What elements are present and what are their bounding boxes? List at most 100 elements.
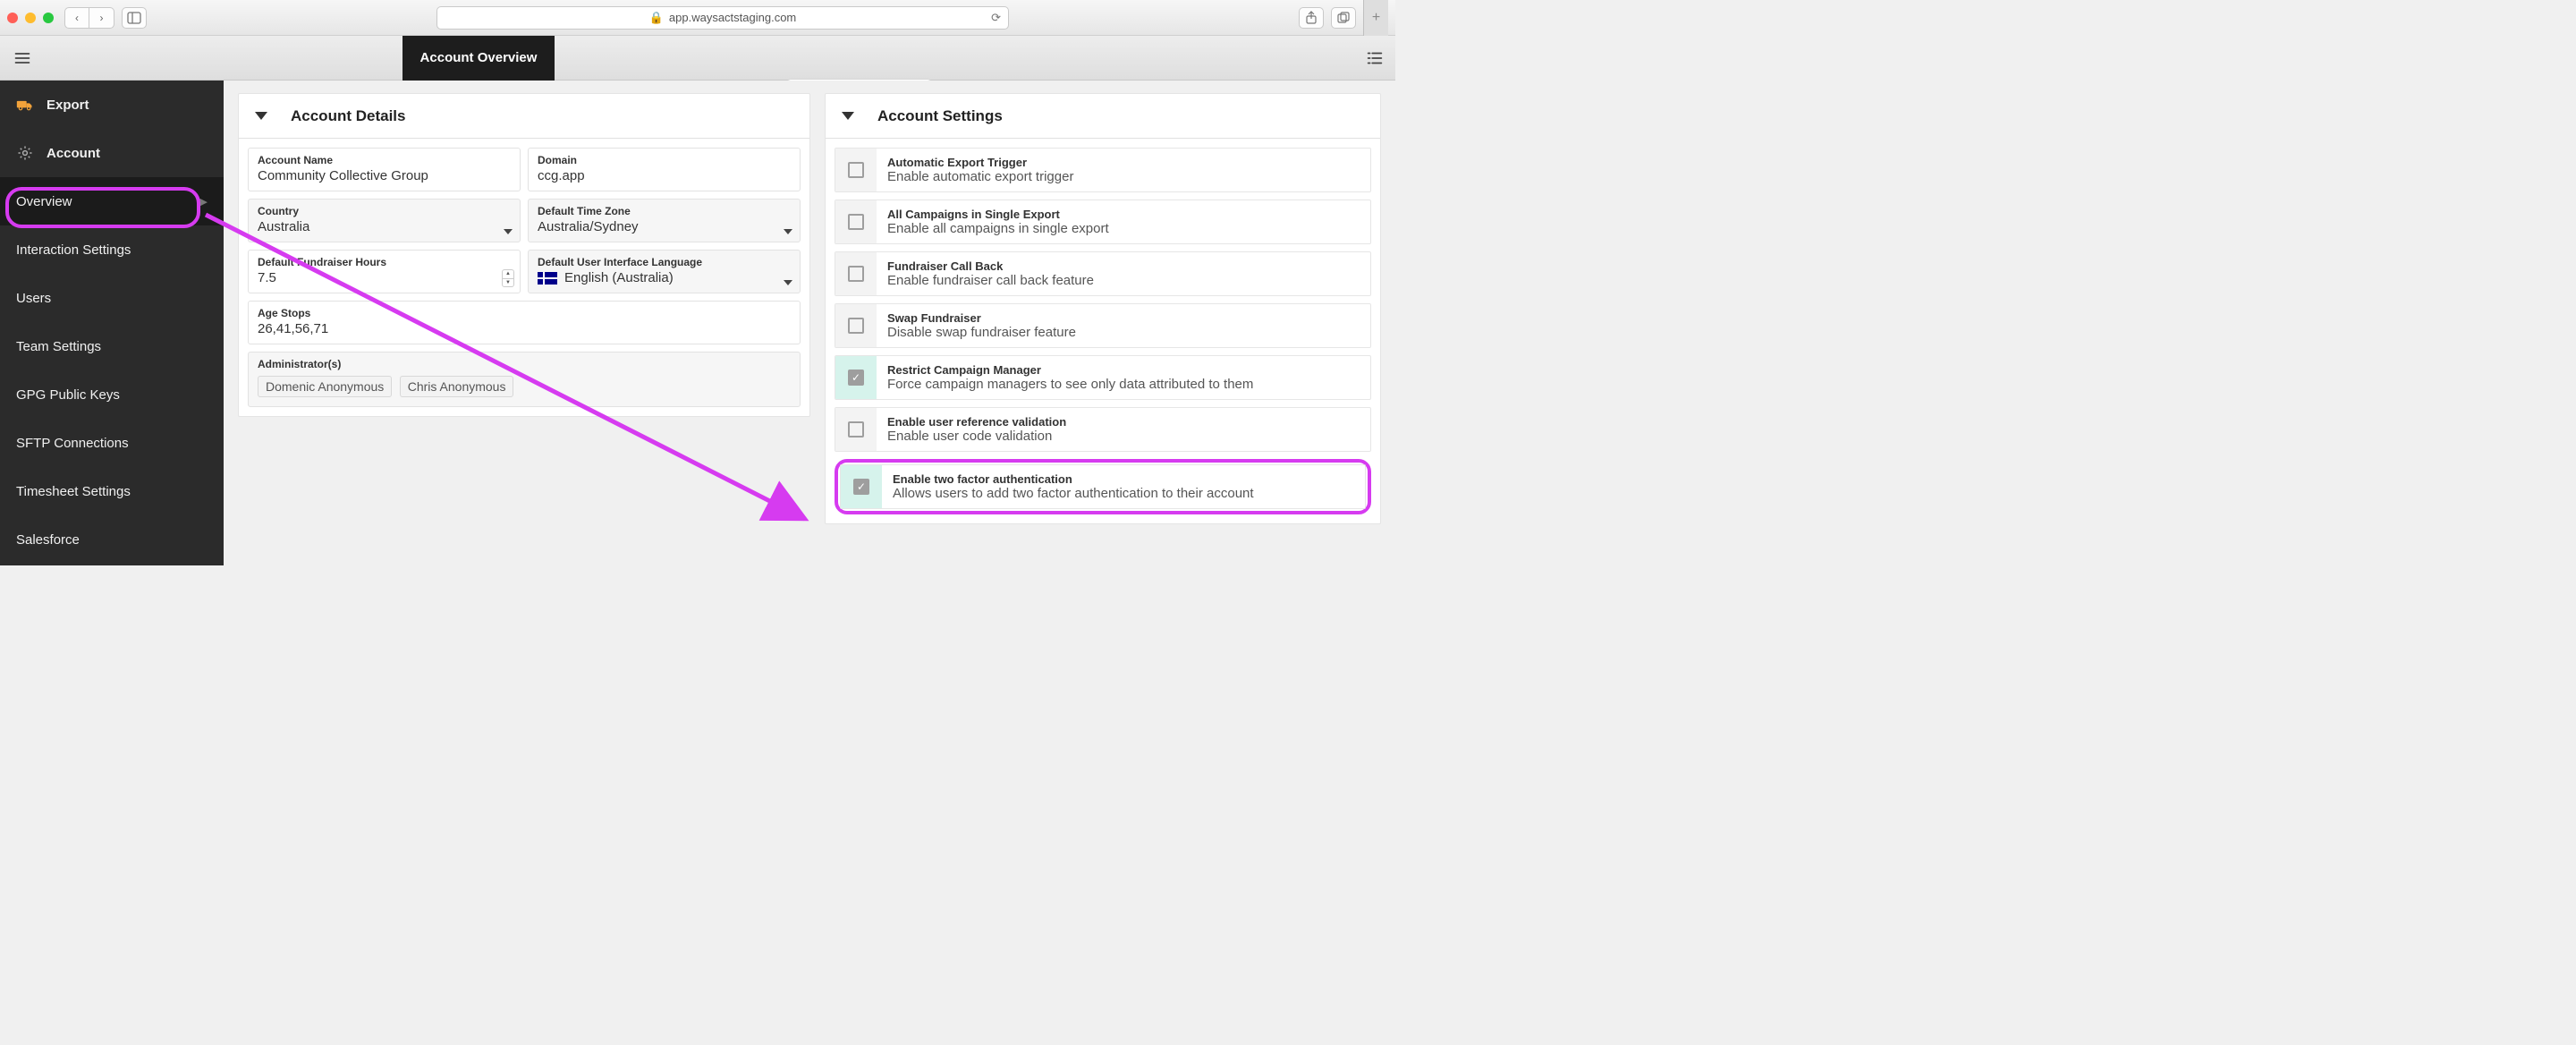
window-close[interactable]	[7, 13, 18, 23]
checkbox-icon	[848, 162, 864, 178]
field-timezone[interactable]: Default Time Zone Australia/Sydney	[528, 199, 801, 242]
new-tab-button[interactable]: +	[1363, 0, 1388, 36]
field-country[interactable]: Country Australia	[248, 199, 521, 242]
tabs-button[interactable]	[1331, 7, 1356, 29]
field-value: Australia	[258, 219, 511, 234]
setting-desc: Enable automatic export trigger	[887, 169, 1360, 184]
panel-title: Account Settings	[877, 107, 1003, 125]
app-bar: Account Overview Save Changes	[0, 36, 1395, 81]
setting-row[interactable]: ✓ Enable two factor authenticationAllows …	[840, 464, 1366, 509]
setting-row[interactable]: All Campaigns in Single ExportEnable all…	[835, 200, 1371, 244]
sidebar-item-overview[interactable]: Overview ▶	[0, 177, 224, 225]
setting-checkbox[interactable]	[835, 304, 877, 347]
field-label: Country	[258, 205, 511, 217]
hamburger-icon	[13, 49, 31, 67]
sidebar-item-label: Salesforce	[16, 532, 208, 548]
tabs-icon	[1336, 11, 1351, 25]
field-ui-language[interactable]: Default User Interface Language English …	[528, 250, 801, 293]
setting-body: Swap FundraiserDisable swap fundraiser f…	[877, 304, 1370, 347]
sidebar-item-gpg-public-keys[interactable]: GPG Public Keys	[0, 370, 224, 419]
field-age-stops[interactable]: Age Stops 26,41,56,71	[248, 301, 801, 344]
setting-desc: Enable user code validation	[887, 429, 1360, 444]
browser-top-chrome: ‹ › 🔒 app.waysactstaging.com ⟳ +	[0, 0, 1395, 36]
checkbox-icon	[848, 214, 864, 230]
field-label: Default User Interface Language	[538, 256, 791, 268]
setting-title: Enable two factor authentication	[893, 472, 1354, 486]
checkbox-icon	[848, 266, 864, 282]
field-domain[interactable]: Domain ccg.app	[528, 148, 801, 191]
setting-desc: Allows users to add two factor authentic…	[893, 486, 1354, 501]
field-administrators[interactable]: Administrator(s) Domenic Anonymous Chris…	[248, 352, 801, 407]
panel-header-account-settings[interactable]: Account Settings	[826, 94, 1380, 139]
panel-icon	[127, 11, 141, 25]
sidebar-item-label: SFTP Connections	[16, 436, 208, 451]
setting-desc: Force campaign managers to see only data…	[887, 377, 1360, 392]
setting-row[interactable]: Enable user reference validationEnable u…	[835, 407, 1371, 452]
field-value: English (Australia)	[564, 270, 674, 285]
setting-row[interactable]: ✓Restrict Campaign ManagerForce campaign…	[835, 355, 1371, 400]
field-value: 26,41,56,71	[258, 321, 791, 336]
list-icon	[1365, 48, 1385, 68]
setting-checkbox[interactable]	[835, 200, 877, 243]
sidebar-item-export[interactable]: Export	[0, 81, 224, 129]
field-value: 7.5	[258, 270, 511, 285]
checkbox-icon	[848, 421, 864, 438]
window-traffic-lights	[7, 13, 57, 23]
sidebar-item-label: Team Settings	[16, 339, 208, 354]
sidebar-item-users[interactable]: Users	[0, 274, 224, 322]
flag-au-icon	[538, 272, 557, 285]
field-label: Domain	[538, 154, 791, 166]
window-zoom[interactable]	[43, 13, 54, 23]
sidebar-item-team-settings[interactable]: Team Settings	[0, 322, 224, 370]
sidebar-item-account[interactable]: Account	[0, 129, 224, 177]
list-view-button[interactable]	[1354, 48, 1395, 68]
setting-checkbox[interactable]	[835, 149, 877, 191]
setting-checkbox[interactable]: ✓	[841, 465, 882, 508]
sidebar-toggle-button[interactable]	[122, 7, 147, 29]
share-button[interactable]	[1299, 7, 1324, 29]
share-icon	[1304, 11, 1318, 25]
setting-row[interactable]: Swap FundraiserDisable swap fundraiser f…	[835, 303, 1371, 348]
setting-checkbox[interactable]: ✓	[835, 356, 877, 399]
setting-body: Fundraiser Call BackEnable fundraiser ca…	[877, 252, 1370, 295]
field-account-name[interactable]: Account Name Community Collective Group	[248, 148, 521, 191]
reload-icon[interactable]: ⟳	[991, 11, 1001, 25]
panel-account-settings: Account Settings Automatic Export Trigge…	[825, 93, 1381, 524]
setting-desc: Enable all campaigns in single export	[887, 221, 1360, 236]
nav-back-forward: ‹ ›	[64, 7, 114, 29]
page-title-label: Account Overview	[420, 50, 538, 65]
field-fundraiser-hours[interactable]: Default Fundraiser Hours 7.5 ▲▼	[248, 250, 521, 293]
collapse-caret-icon	[842, 112, 854, 120]
sidebar-item-label: Export	[47, 98, 208, 113]
gear-icon	[16, 145, 34, 161]
field-value: Community Collective Group	[258, 168, 511, 183]
forward-button[interactable]: ›	[89, 7, 114, 29]
number-stepper[interactable]: ▲▼	[502, 269, 514, 287]
setting-checkbox[interactable]	[835, 252, 877, 295]
chevron-right-icon: ▶	[200, 196, 208, 208]
sidebar-item-label: Overview	[16, 194, 188, 209]
setting-body: All Campaigns in Single ExportEnable all…	[877, 200, 1370, 243]
url-bar[interactable]: 🔒 app.waysactstaging.com ⟳	[436, 6, 1009, 30]
admin-tag[interactable]: Domenic Anonymous	[258, 376, 392, 397]
window-minimize[interactable]	[25, 13, 36, 23]
sidebar-item-interaction-settings[interactable]: Interaction Settings	[0, 225, 224, 274]
sidebar-item-sftp-connections[interactable]: SFTP Connections	[0, 419, 224, 467]
panel-header-account-details[interactable]: Account Details	[239, 94, 809, 139]
field-label: Age Stops	[258, 307, 791, 319]
annotation-highlight-2fa: ✓ Enable two factor authenticationAllows …	[835, 459, 1371, 514]
sidebar-item-salesforce[interactable]: Salesforce	[0, 515, 224, 564]
setting-title: All Campaigns in Single Export	[887, 208, 1360, 221]
sidebar-item-timesheet-settings[interactable]: Timesheet Settings	[0, 467, 224, 515]
setting-row[interactable]: Fundraiser Call BackEnable fundraiser ca…	[835, 251, 1371, 296]
setting-title: Swap Fundraiser	[887, 311, 1360, 325]
content-area: Account Details Account Name Community C…	[224, 81, 1395, 565]
chevron-down-icon	[784, 280, 792, 285]
setting-checkbox[interactable]	[835, 408, 877, 451]
sidebar-item-label: Timesheet Settings	[16, 484, 208, 499]
admin-tag[interactable]: Chris Anonymous	[400, 376, 514, 397]
setting-title: Fundraiser Call Back	[887, 259, 1360, 273]
setting-row[interactable]: Automatic Export TriggerEnable automatic…	[835, 148, 1371, 192]
app-hamburger[interactable]	[0, 49, 45, 67]
back-button[interactable]: ‹	[64, 7, 89, 29]
